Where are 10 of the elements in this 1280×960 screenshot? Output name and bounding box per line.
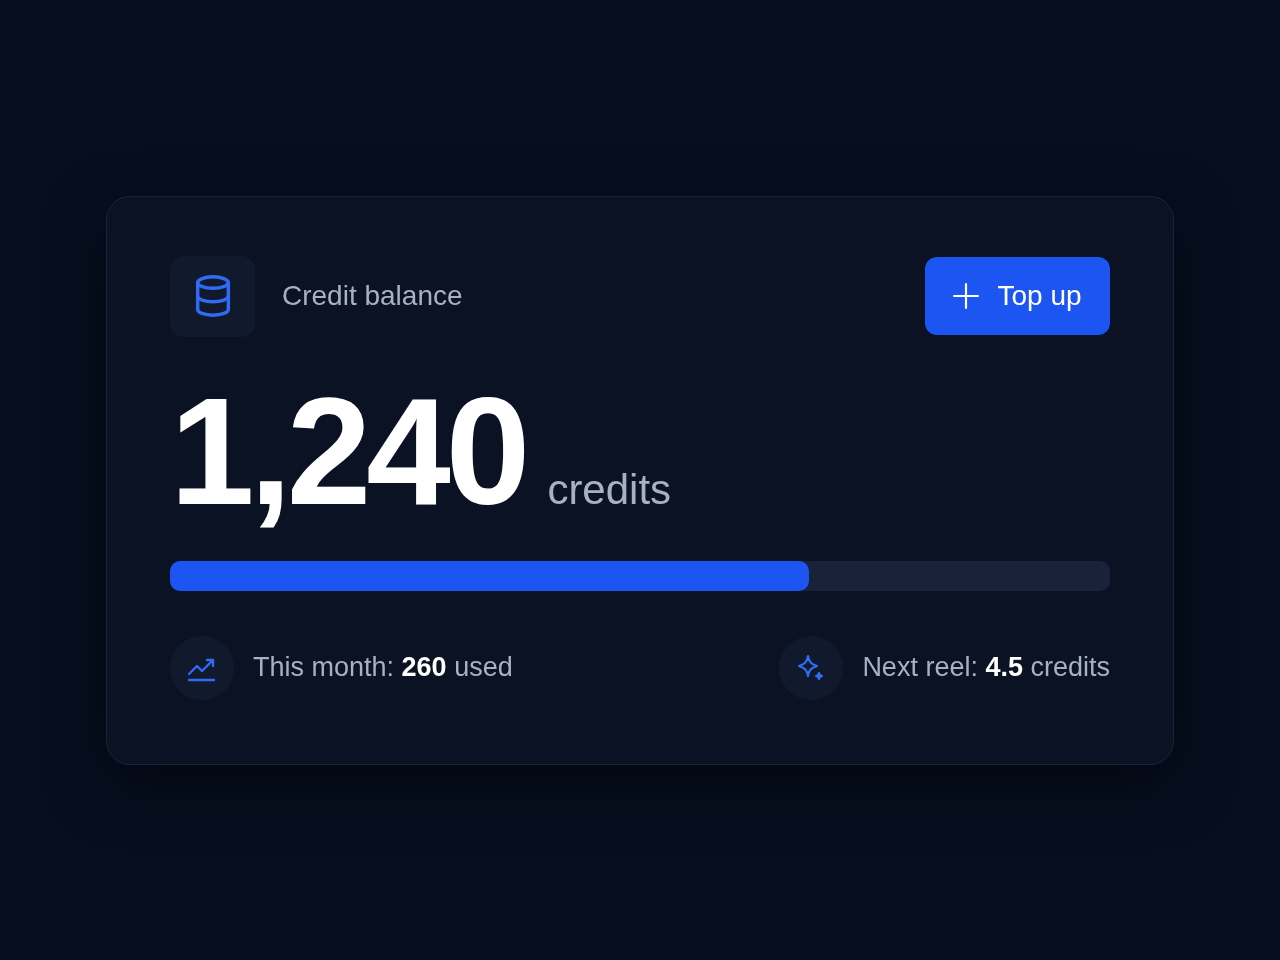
stat-text: Next reel: 4.5 credits bbox=[862, 651, 1110, 685]
card-title: Credit balance bbox=[282, 279, 463, 313]
top-up-button[interactable]: Top up bbox=[925, 257, 1110, 335]
balance-amount: 1,240 bbox=[170, 374, 526, 527]
balance-unit: credits bbox=[547, 464, 672, 515]
plus-icon bbox=[953, 283, 980, 309]
database-icon bbox=[170, 255, 255, 337]
stat-text: This month: 260 used bbox=[253, 651, 513, 685]
trend-chart-icon bbox=[170, 635, 234, 700]
sparkle-icon bbox=[779, 635, 844, 700]
